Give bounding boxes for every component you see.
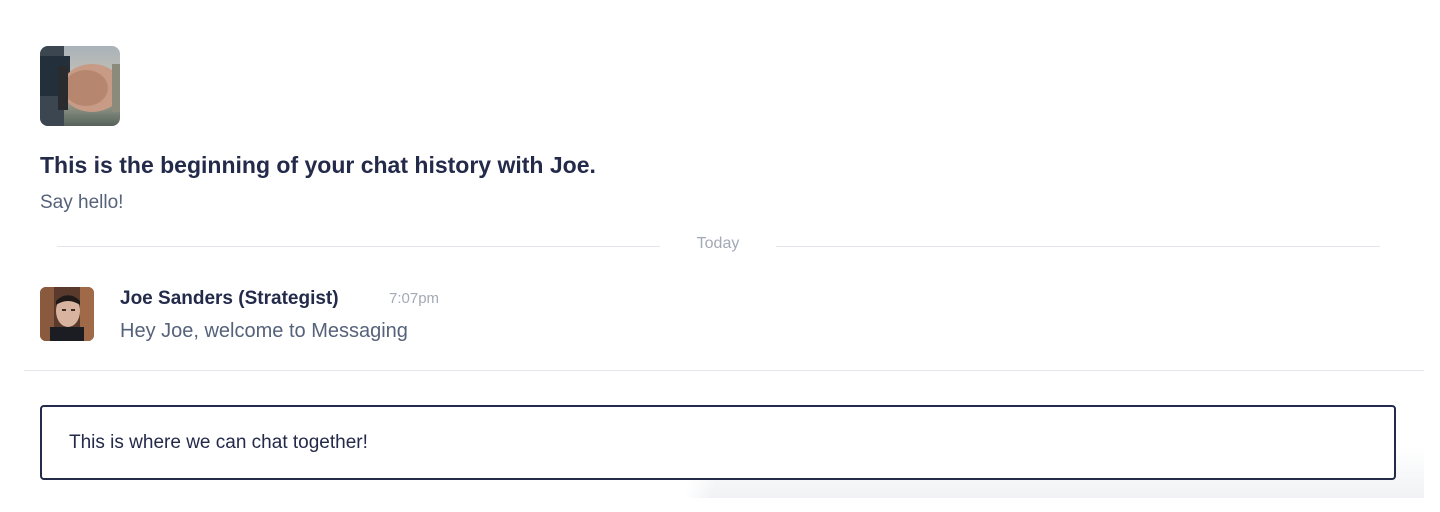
intro-avatar <box>40 46 120 126</box>
chat-page: This is the beginning of your chat histo… <box>0 0 1440 512</box>
message-text: Hey Joe, welcome to Messaging <box>120 320 408 342</box>
message-avatar <box>40 287 94 341</box>
avatar-photo-icon <box>40 46 120 126</box>
message-input[interactable] <box>40 405 1396 480</box>
date-divider-line <box>57 246 660 247</box>
chat-history-subtitle: Say hello! <box>40 192 124 213</box>
avatar-photo-icon <box>40 287 94 341</box>
message-timestamp: 7:07pm <box>389 290 440 307</box>
date-divider-label: Today <box>696 235 740 252</box>
chat-history-title: This is the beginning of your chat histo… <box>40 152 596 178</box>
date-divider-line <box>776 246 1380 247</box>
message-author: Joe Sanders (Strategist) <box>120 288 339 309</box>
